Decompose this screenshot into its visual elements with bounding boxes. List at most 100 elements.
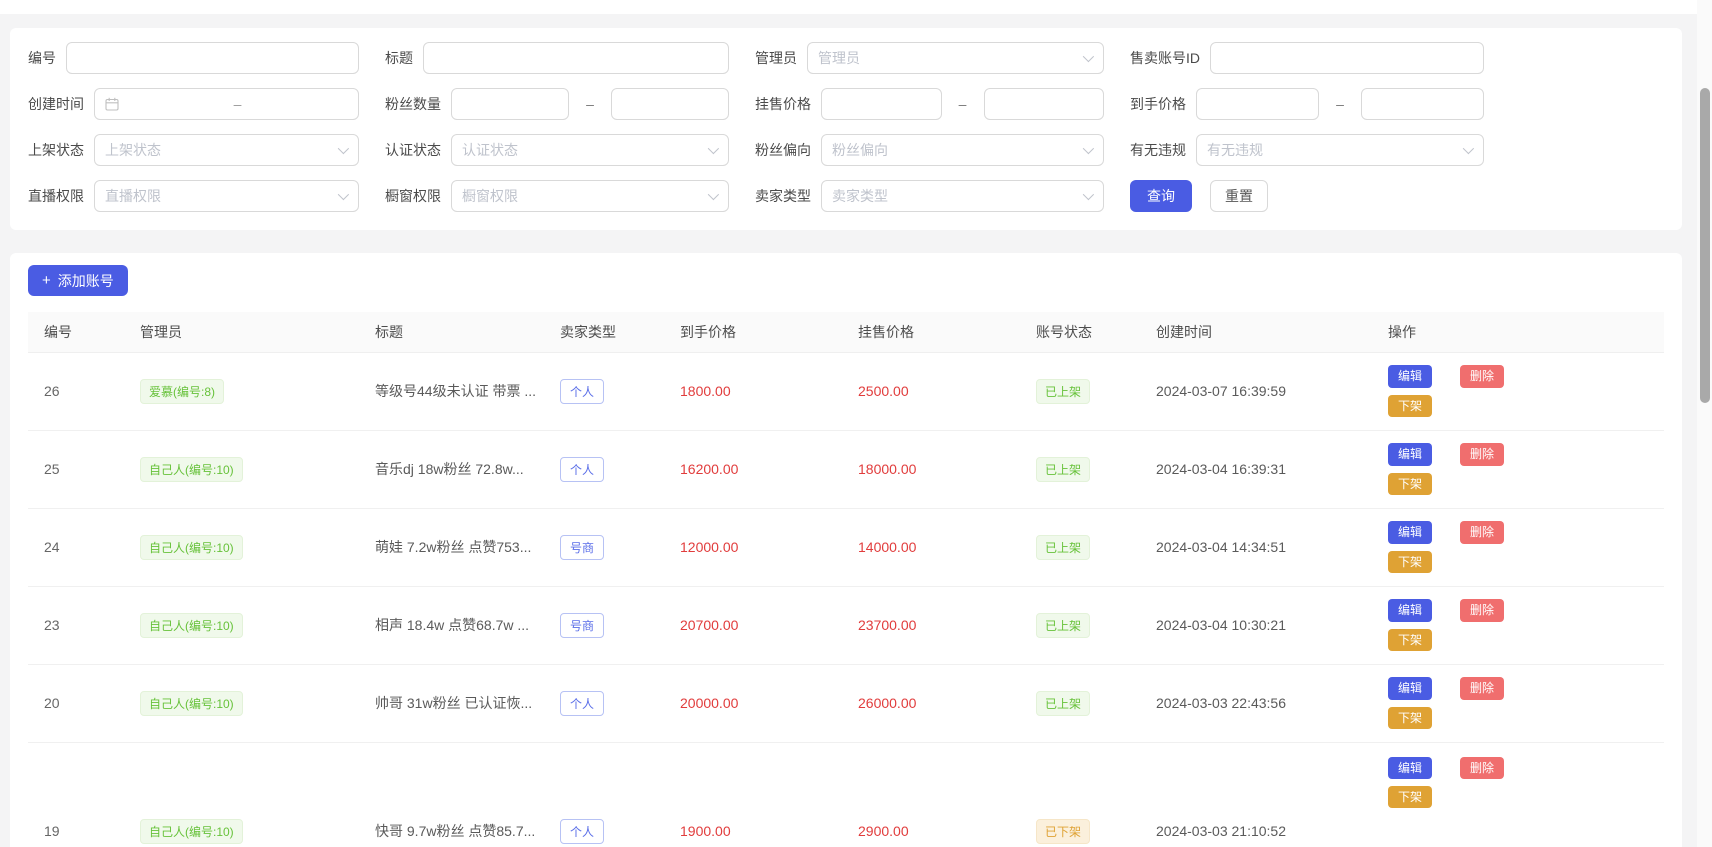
- header-created: 创建时间: [1140, 312, 1372, 352]
- delete-button[interactable]: 删除: [1460, 757, 1504, 779]
- header-actions: 操作: [1372, 312, 1664, 352]
- fans-bias-placeholder: 粉丝偏向: [832, 140, 1083, 160]
- accounts-table: 编号 管理员 标题 卖家类型 到手价格 挂售价格 账号状态 创建时间 操作 26…: [28, 312, 1664, 847]
- plus-icon: +: [42, 273, 51, 288]
- filter-field-final-price: 到手价格 –: [1130, 88, 1510, 120]
- listing-price-max-input[interactable]: [984, 88, 1105, 120]
- listing-price-min-input[interactable]: [821, 88, 942, 120]
- fans-count-min-input[interactable]: [451, 88, 569, 120]
- filter-field-id: 编号: [28, 42, 385, 74]
- status-badge: 已上架: [1036, 457, 1090, 482]
- final-price-value: 20000.00: [664, 664, 842, 742]
- filter-buttons: 查询 重置: [1130, 180, 1510, 212]
- header-seller-type: 卖家类型: [544, 312, 664, 352]
- seller-type-tag: 号商: [560, 535, 604, 560]
- filter-field-fans-count: 粉丝数量 –: [385, 88, 755, 120]
- live-perm-select[interactable]: 直播权限: [94, 180, 359, 212]
- admin-select[interactable]: 管理员: [807, 42, 1104, 74]
- add-account-label: 添加账号: [58, 271, 114, 291]
- fans-count-label: 粉丝数量: [385, 94, 441, 114]
- live-perm-label: 直播权限: [28, 186, 84, 206]
- seller-type-tag: 号商: [560, 613, 604, 638]
- shelf-status-select[interactable]: 上架状态: [94, 134, 359, 166]
- shelf-status-label: 上架状态: [28, 140, 84, 160]
- delete-button[interactable]: 删除: [1460, 443, 1504, 465]
- status-badge: 已下架: [1036, 819, 1090, 844]
- filter-field-create-time: 创建时间 –: [28, 88, 385, 120]
- edit-button[interactable]: 编辑: [1388, 599, 1432, 621]
- table-row: 24 自己人(编号:10) 萌娃 7.2w粉丝 点赞753... 号商 1200…: [28, 508, 1664, 586]
- final-price-value: 1800.00: [664, 352, 842, 430]
- listing-price-value: 14000.00: [842, 508, 1020, 586]
- delete-button[interactable]: 删除: [1460, 677, 1504, 699]
- top-white-bar: [0, 0, 1712, 14]
- filter-field-auth-status: 认证状态 认证状态: [385, 134, 755, 166]
- unlist-button[interactable]: 下架: [1388, 551, 1432, 573]
- edit-button[interactable]: 编辑: [1388, 757, 1432, 779]
- vertical-scrollbar-thumb[interactable]: [1700, 88, 1710, 403]
- delete-button[interactable]: 删除: [1460, 521, 1504, 543]
- created-time: 2024-03-03 21:10:52: [1140, 742, 1372, 847]
- header-title: 标题: [359, 312, 544, 352]
- row-title: 帅哥 31w粉丝 已认证恢...: [359, 664, 544, 742]
- chevron-down-icon: [1463, 143, 1474, 154]
- seller-type-label: 卖家类型: [755, 186, 811, 206]
- fans-count-separator: –: [569, 96, 611, 112]
- filter-field-admin: 管理员 管理员: [755, 42, 1130, 74]
- delete-button[interactable]: 删除: [1460, 365, 1504, 387]
- listing-price-value: 26000.00: [842, 664, 1020, 742]
- edit-button[interactable]: 编辑: [1388, 443, 1432, 465]
- date-range-separator: –: [127, 96, 348, 112]
- seller-type-select[interactable]: 卖家类型: [821, 180, 1104, 212]
- unlist-button[interactable]: 下架: [1388, 473, 1432, 495]
- final-price-min-input[interactable]: [1196, 88, 1319, 120]
- filter-field-sell-account-id: 售卖账号ID: [1130, 42, 1510, 74]
- final-price-max-input[interactable]: [1361, 88, 1484, 120]
- create-time-range-picker[interactable]: –: [94, 88, 359, 120]
- filter-field-shelf-status: 上架状态 上架状态: [28, 134, 385, 166]
- table-row: 23 自己人(编号:10) 相声 18.4w 点赞68.7w ... 号商 20…: [28, 586, 1664, 664]
- row-id: 26: [28, 352, 124, 430]
- row-title: 音乐dj 18w粉丝 72.8w...: [359, 430, 544, 508]
- seller-type-tag: 个人: [560, 819, 604, 844]
- id-label: 编号: [28, 48, 56, 68]
- reset-button[interactable]: 重置: [1210, 180, 1268, 212]
- row-title: 萌娃 7.2w粉丝 点赞753...: [359, 508, 544, 586]
- accounts-panel: + 添加账号 编号 管理员 标题 卖家类型 到手价格 挂售价格 账号状态 创建时…: [10, 253, 1682, 847]
- chevron-down-icon: [1083, 143, 1094, 154]
- manager-tag: 爱慕(编号:8): [140, 379, 224, 404]
- status-badge: 已上架: [1036, 691, 1090, 716]
- unlist-button[interactable]: 下架: [1388, 629, 1432, 651]
- auth-status-select[interactable]: 认证状态: [451, 134, 729, 166]
- filter-field-title: 标题: [385, 42, 755, 74]
- delete-button[interactable]: 删除: [1460, 599, 1504, 621]
- unlist-button[interactable]: 下架: [1388, 395, 1432, 417]
- created-time: 2024-03-04 14:34:51: [1140, 508, 1372, 586]
- listing-price-value: 2900.00: [842, 742, 1020, 847]
- admin-label: 管理员: [755, 48, 797, 68]
- table-row: 26 爱慕(编号:8) 等级号44级未认证 带票 ... 个人 1800.00 …: [28, 352, 1664, 430]
- fans-bias-select[interactable]: 粉丝偏向: [821, 134, 1104, 166]
- sell-account-id-input[interactable]: [1210, 42, 1484, 74]
- unlist-button[interactable]: 下架: [1388, 786, 1432, 808]
- window-perm-select[interactable]: 橱窗权限: [451, 180, 729, 212]
- created-time: 2024-03-03 22:43:56: [1140, 664, 1372, 742]
- add-account-button[interactable]: + 添加账号: [28, 265, 128, 296]
- row-id: 23: [28, 586, 124, 664]
- final-price-value: 16200.00: [664, 430, 842, 508]
- filter-field-listing-price: 挂售价格 –: [755, 88, 1130, 120]
- table-header-row: 编号 管理员 标题 卖家类型 到手价格 挂售价格 账号状态 创建时间 操作: [28, 312, 1664, 352]
- edit-button[interactable]: 编辑: [1388, 365, 1432, 387]
- title-input[interactable]: [423, 42, 729, 74]
- seller-type-placeholder: 卖家类型: [832, 186, 1083, 206]
- create-time-label: 创建时间: [28, 94, 84, 114]
- search-button[interactable]: 查询: [1130, 180, 1192, 212]
- row-id: 25: [28, 430, 124, 508]
- unlist-button[interactable]: 下架: [1388, 707, 1432, 729]
- id-input[interactable]: [66, 42, 359, 74]
- header-status: 账号状态: [1020, 312, 1140, 352]
- edit-button[interactable]: 编辑: [1388, 677, 1432, 699]
- edit-button[interactable]: 编辑: [1388, 521, 1432, 543]
- violation-select[interactable]: 有无违规: [1196, 134, 1484, 166]
- fans-count-max-input[interactable]: [611, 88, 729, 120]
